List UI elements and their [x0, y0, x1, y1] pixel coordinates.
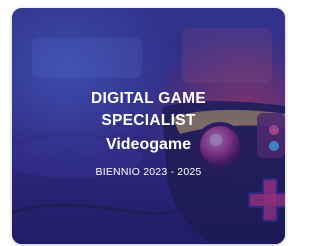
- course-title-line2: SPECIALIST: [101, 112, 196, 129]
- course-card[interactable]: DIGITAL GAME SPECIALIST Videogame BIENNI…: [12, 8, 285, 244]
- course-subtitle: Videogame: [105, 136, 192, 153]
- course-title-line1: DIGITAL GAME: [91, 90, 206, 107]
- card-text: DIGITAL GAME SPECIALIST Videogame BIENNI…: [12, 88, 285, 179]
- course-period: BIENNIO 2023 - 2025: [95, 166, 202, 178]
